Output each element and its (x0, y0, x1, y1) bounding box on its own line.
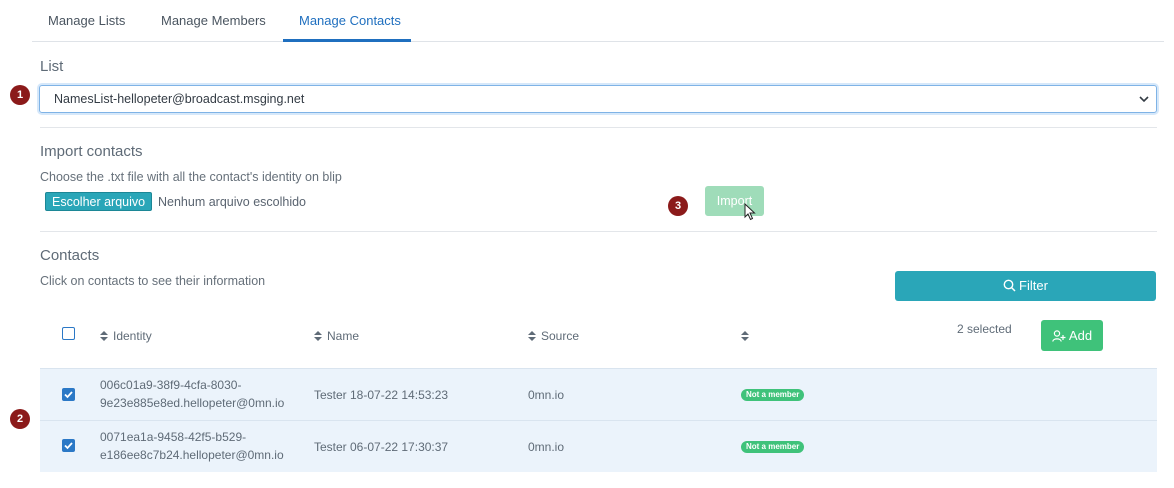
identity-line: e186ee8c7b24.hellopeter@0mn.io (100, 448, 284, 462)
status-badge: Not a member (741, 389, 805, 401)
column-header-name[interactable]: Name (314, 329, 359, 343)
choose-file-button[interactable]: Escolher arquivo (45, 192, 153, 211)
row-checkbox[interactable] (62, 439, 75, 452)
column-header-source-label: Source (541, 329, 580, 343)
sort-icon (741, 331, 749, 341)
filter-button[interactable]: Filter (895, 271, 1156, 301)
active-tab-indicator (283, 39, 411, 42)
add-user-icon (1052, 330, 1066, 342)
chevron-down-icon (1139, 96, 1149, 103)
add-button-label: Add (1068, 328, 1093, 343)
divider (40, 231, 1157, 232)
identity-line: 006c01a9-38f9-4cfa-8030- (100, 378, 242, 392)
list-section-title: List (40, 58, 64, 75)
select-all-checkbox[interactable] (62, 327, 75, 340)
filter-button-label: Filter (1019, 278, 1048, 293)
check-icon (64, 442, 73, 450)
selected-count: 2 selected (957, 322, 1012, 336)
mouse-pointer-icon (744, 203, 756, 221)
contact-identity: 0071ea1a-9458-42f5-b529- e186ee8c7b24.he… (100, 428, 284, 464)
column-header-identity-label: Identity (113, 329, 152, 343)
divider (40, 127, 1157, 128)
list-select[interactable]: NamesList-hellopeter@broadcast.msging.ne… (39, 85, 1157, 113)
annotation-marker-2: 2 (10, 409, 30, 429)
contact-source: 0mn.io (528, 440, 565, 454)
column-header-source[interactable]: Source (528, 329, 579, 343)
status-badge: Not a member (741, 441, 805, 453)
tab-manage-contacts[interactable]: Manage Contacts (299, 13, 401, 28)
add-button[interactable]: Add (1041, 320, 1103, 351)
sort-icon (528, 331, 536, 341)
contact-source: 0mn.io (528, 388, 565, 402)
list-select-value: NamesList-hellopeter@broadcast.msging.ne… (54, 92, 305, 106)
identity-line: 0071ea1a-9458-42f5-b529- (100, 430, 247, 444)
import-hint: Choose the .txt file with all the contac… (40, 170, 342, 184)
contact-name: Tester 06-07-22 17:30:37 (314, 440, 449, 454)
contacts-section-title: Contacts (40, 247, 100, 264)
contacts-hint: Click on contacts to see their informati… (40, 274, 266, 288)
file-status-text: Nenhum arquivo escolhido (158, 195, 307, 209)
annotation-marker-1: 1 (10, 85, 30, 105)
identity-line: 9e23e885e8ed.hellopeter@0mn.io (100, 396, 285, 410)
check-icon (64, 391, 73, 399)
row-checkbox[interactable] (62, 388, 75, 401)
tab-manage-members[interactable]: Manage Members (161, 13, 266, 28)
tab-manage-lists[interactable]: Manage Lists (48, 13, 125, 28)
sort-icon (314, 331, 322, 341)
column-header-status[interactable] (741, 329, 754, 343)
search-icon (1003, 279, 1016, 292)
contact-identity: 006c01a9-38f9-4cfa-8030- 9e23e885e8ed.he… (100, 376, 284, 412)
sort-icon (100, 331, 108, 341)
tab-bar: Manage Lists Manage Members Manage Conta… (32, 0, 1164, 42)
column-header-name-label: Name (327, 329, 360, 343)
import-section-title: Import contacts (40, 143, 143, 160)
contact-name: Tester 18-07-22 14:53:23 (314, 388, 449, 402)
annotation-marker-3: 3 (668, 196, 688, 216)
column-header-identity[interactable]: Identity (100, 329, 152, 343)
